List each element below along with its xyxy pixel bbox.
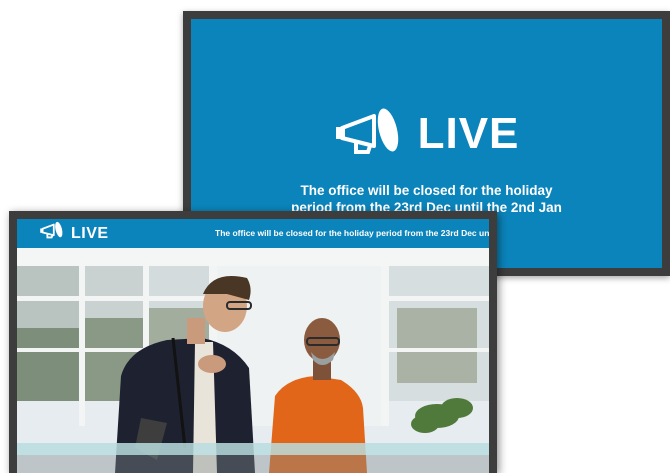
front-screen: LIVE The office will be closed for the h… [17,219,489,473]
megaphone-icon [39,221,65,246]
office-photo [17,248,489,473]
megaphone-icon [334,106,404,162]
front-monitor: LIVE The office will be closed for the h… [9,211,497,473]
live-label: LIVE [417,109,520,158]
live-header-bar: LIVE The office will be closed for the h… [17,219,489,248]
news-ticker: The office will be closed for the holida… [215,228,489,238]
live-logo-small: LIVE [39,221,109,246]
closure-message-line-1: The office will be closed for the holida… [300,183,553,198]
live-logo: LIVE [191,103,662,165]
live-label-small: LIVE [71,224,109,242]
